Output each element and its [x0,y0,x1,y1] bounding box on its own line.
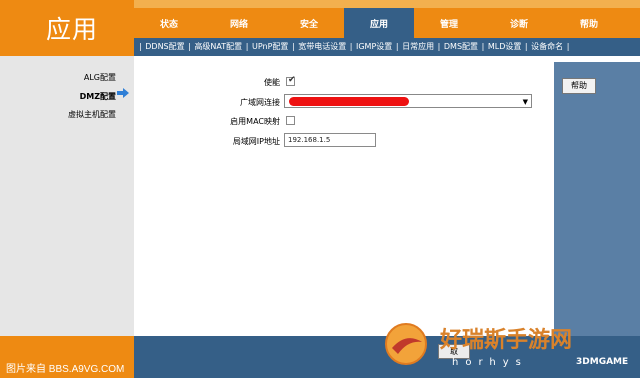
wan-connection-select[interactable]: ▼ [284,94,532,108]
redaction-mark [289,97,409,106]
page-title: 应用 [46,15,99,44]
submenu-voip[interactable]: 宽带电话设置 [298,42,346,51]
help-button[interactable]: 帮助 [562,78,596,94]
tab-management[interactable]: 管理 [414,8,484,38]
brand-header: 应用 [0,0,134,56]
submenu-igmp[interactable]: IGMP设置 [356,42,392,51]
submenu-mld[interactable]: MLD设置 [488,42,522,51]
top-strip [134,0,640,8]
right-panel [554,62,640,336]
tab-diagnostics[interactable]: 诊断 [484,8,554,38]
submenu-upnp[interactable]: UPnP配置 [252,42,288,51]
lan-ip-input[interactable]: 192.168.1.5 [284,133,376,147]
enable-checkbox[interactable]: ✔ [286,75,296,86]
watermark-subtext: horhys [452,357,528,368]
submenu-ddns[interactable]: DDNS配置 [145,42,184,51]
enable-label: 使能 [264,78,280,87]
sidebar-item-alg[interactable]: ALG配置 [84,72,116,83]
sidebar: ALG配置 DMZ配置 虚拟主机配置 [0,56,134,336]
chevron-down-icon: ▼ [522,98,528,106]
watermark-brand: 3DMGAME [576,357,629,367]
submenu-daily-apps[interactable]: 日常应用 [402,42,434,51]
wan-connection-label: 广域网连接 [240,98,280,107]
watermark-logo-icon [385,323,427,365]
mac-mapping-label: 启用MAC映射 [230,117,280,126]
main-nav: 状态 网络 安全 应用 管理 诊断 帮助 [134,8,640,38]
tab-status[interactable]: 状态 [134,8,204,38]
watermark-text: 好瑞斯手游网 [440,328,573,353]
sidebar-item-dmz[interactable]: DMZ配置 [80,91,116,102]
sidebar-item-virtual-host[interactable]: 虚拟主机配置 [68,109,116,120]
arrow-right-icon [117,88,129,98]
check-icon: ✔ [288,75,296,85]
submenu-device-naming[interactable]: 设备命名 [531,42,563,51]
tab-application[interactable]: 应用 [344,8,414,38]
submenu-advanced-nat[interactable]: 高级NAT配置 [194,42,242,51]
tab-help[interactable]: 帮助 [554,8,624,38]
tab-network[interactable]: 网络 [204,8,274,38]
lan-ip-label: 局域网IP地址 [232,137,280,146]
image-credit: 图片来自 BBS.A9VG.COM [6,364,125,375]
tab-security[interactable]: 安全 [274,8,344,38]
mac-mapping-checkbox[interactable] [286,116,295,125]
submenu-dms[interactable]: DMS配置 [444,42,478,51]
sub-nav: | DDNS配置 | 高级NAT配置 | UPnP配置 | 宽带电话设置 | I… [134,38,640,56]
submenu-list: | DDNS配置 | 高级NAT配置 | UPnP配置 | 宽带电话设置 | I… [139,42,570,51]
